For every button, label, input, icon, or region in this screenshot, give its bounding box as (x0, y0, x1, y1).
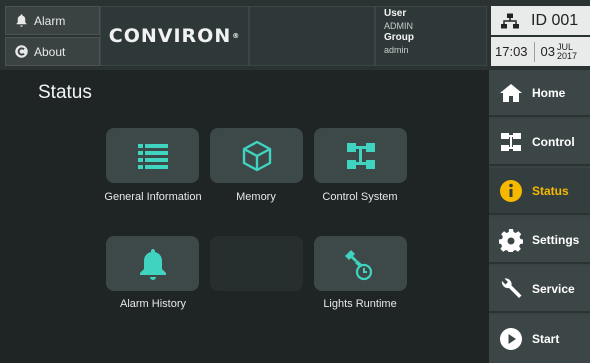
alarm-history-label: Alarm History (119, 298, 186, 310)
info-icon (500, 179, 522, 202)
general-information-label: General Information (104, 191, 202, 203)
alarm-button[interactable]: Alarm (5, 6, 100, 35)
nav-home[interactable]: Home (489, 70, 590, 117)
nav-status-label: Status (532, 183, 569, 198)
nav-start-label: Start (532, 331, 560, 346)
general-information-tile[interactable] (106, 128, 199, 183)
nav-status[interactable]: Status (489, 168, 590, 215)
nav-service-label: Service (532, 281, 575, 296)
nav-control[interactable]: Control (489, 119, 590, 166)
alarm-history-tile[interactable] (106, 236, 199, 291)
conviron-logo: CONVIRON ® (100, 6, 249, 66)
top-bar: Alarm About CONVIRON ® User ADMIN Group a… (0, 0, 590, 70)
about-label: About (34, 44, 66, 59)
control-system-tile[interactable] (314, 128, 407, 183)
gear-icon (499, 228, 523, 252)
id-value: 001 (551, 11, 579, 29)
nav-service[interactable]: Service (489, 266, 590, 313)
day-value: 03 (540, 44, 556, 59)
lights-runtime-icon (344, 249, 372, 280)
nav-settings[interactable]: Settings (489, 217, 590, 264)
group-label: Group (384, 32, 414, 43)
nav-home-label: Home (532, 85, 566, 100)
logo-registered-mark: ® (232, 32, 241, 40)
group-value: admin (384, 45, 409, 55)
cube-icon (242, 140, 271, 171)
chamber-id: ID 001 (491, 6, 590, 35)
list-icon (137, 143, 168, 169)
empty-tile (210, 236, 303, 291)
nav-settings-label: Settings (532, 232, 580, 247)
id-label: ID (531, 11, 547, 29)
lights-runtime-tile[interactable] (314, 236, 407, 291)
memory-label: Memory (236, 191, 276, 203)
top-empty-panel (249, 6, 375, 66)
control-system-icon (346, 142, 375, 169)
network-icon (501, 13, 519, 28)
lights-runtime-label: Lights Runtime (323, 298, 397, 310)
alarm-label: Alarm (34, 13, 66, 28)
user-panel: User ADMIN Group admin (375, 6, 487, 66)
control-icon (501, 132, 521, 151)
date-separator (533, 41, 535, 62)
wrench-icon (501, 277, 522, 298)
user-label: User (384, 8, 407, 19)
user-value: ADMIN (384, 21, 413, 31)
about-button[interactable]: About (5, 37, 100, 66)
year-value: 2017 (557, 50, 578, 61)
memory-tile[interactable] (210, 128, 303, 183)
time-value: 17:03 (495, 44, 528, 59)
date-time: 17:03 03 JUL 2017 (491, 37, 590, 66)
page-title: Status (38, 82, 92, 103)
play-icon (500, 327, 522, 350)
nav-control-label: Control (532, 134, 575, 149)
conviron-logo-icon (15, 45, 28, 58)
control-system-label: Control System (322, 191, 398, 203)
home-icon (500, 83, 522, 102)
side-nav: Home Control Status Settings Service Sta… (489, 70, 590, 363)
logo-text: CONVIRON (108, 25, 232, 47)
bell-icon (16, 14, 27, 27)
nav-start[interactable]: Start (489, 315, 590, 362)
bell-icon (139, 248, 166, 280)
